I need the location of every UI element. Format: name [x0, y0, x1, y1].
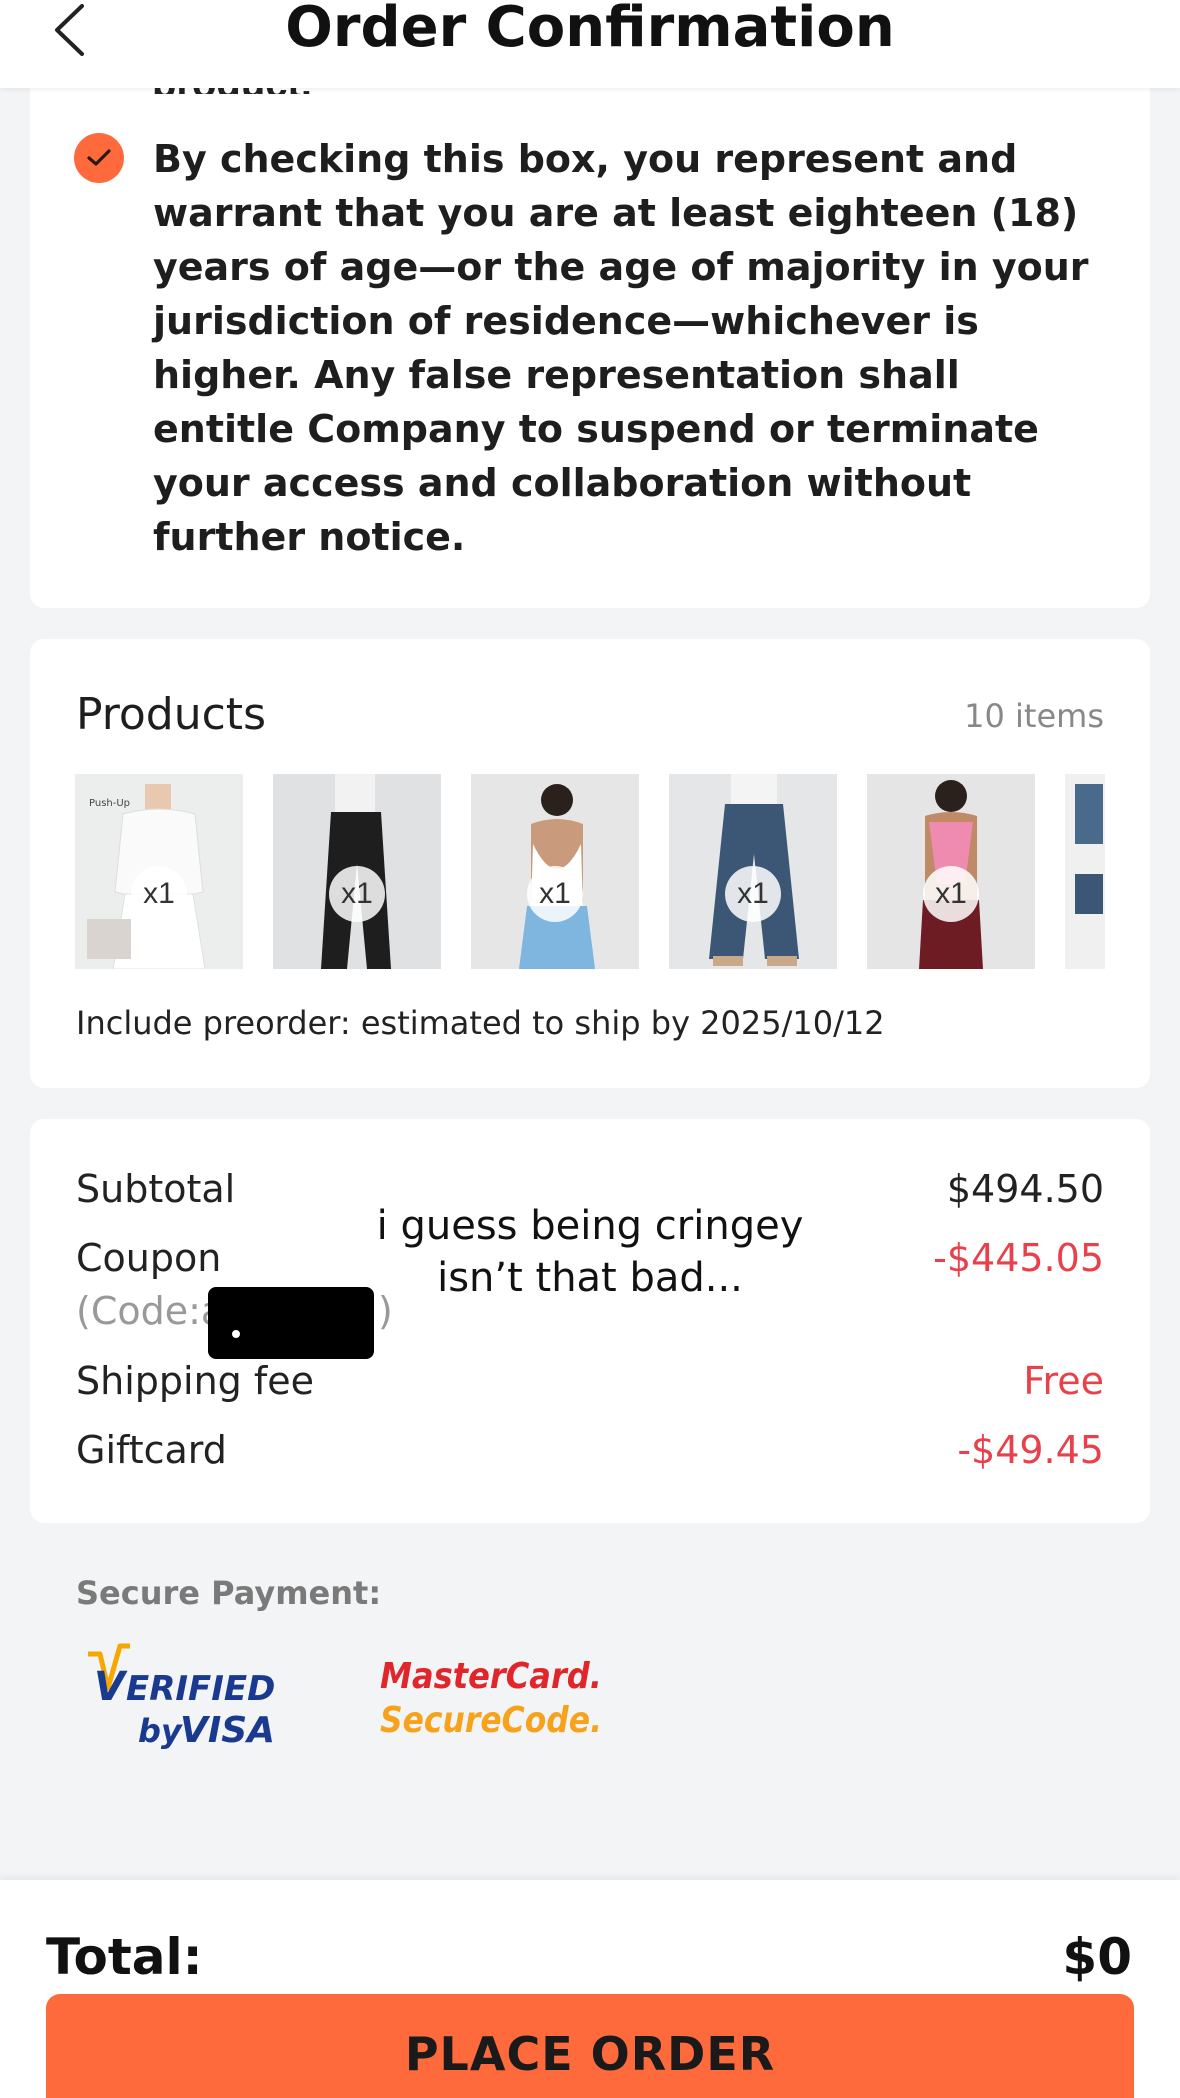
giftcard-label: Giftcard [76, 1428, 227, 1472]
shipping-value: Free [1023, 1359, 1104, 1403]
coupon-label: Coupon [76, 1236, 222, 1280]
product-thumbnail[interactable]: x1 [471, 774, 639, 969]
products-count: 10 items [964, 697, 1104, 735]
page-title: Order Confirmation [285, 0, 895, 60]
products-card[interactable]: Products 10 items Push-Up x1 x1 x1 x1 x1… [30, 639, 1150, 1088]
coupon-code: (Code:a [76, 1289, 225, 1333]
quantity-badge: x1 [725, 866, 781, 922]
preorder-note: Include preorder: estimated to ship by 2… [76, 1004, 885, 1042]
product-tag-text: Push-Up [89, 798, 130, 809]
svg-text:SecureCode.: SecureCode. [380, 1700, 602, 1738]
subtotal-value: $494.50 [946, 1167, 1104, 1211]
age-terms-text: By checking this box, you represent and … [153, 137, 1089, 559]
verified-by-visa-logo: V ERIFIED by VISA [86, 1640, 276, 1751]
subtotal-label: Subtotal [76, 1167, 236, 1211]
top-bar: Order Confirmation [0, 0, 1180, 88]
checkout-bar: Total: $0 PLACE ORDER [0, 1880, 1180, 2098]
quantity-badge: x1 [923, 866, 979, 922]
product-thumbnail[interactable]: x1 [273, 774, 441, 969]
product-thumbnails[interactable]: Push-Up x1 x1 x1 x1 x1 [75, 774, 1105, 969]
svg-text:by: by [138, 1712, 183, 1750]
svg-text:VISA: VISA [180, 1710, 275, 1750]
quantity-badge: x1 [527, 866, 583, 922]
svg-text:MasterCard.: MasterCard. [380, 1656, 602, 1697]
products-title: Products [76, 689, 266, 740]
product-thumbnail-partial[interactable] [1065, 774, 1105, 969]
product-thumbnail[interactable]: x1 [669, 774, 837, 969]
terms-card: By checking this box, you represent and … [30, 60, 1150, 608]
giftcard-value: -$49.45 [957, 1428, 1104, 1472]
total-value: $0 [1062, 1928, 1132, 1986]
order-summary-card: Subtotal $494.50 Coupon -$445.05 (Code:a… [30, 1119, 1150, 1523]
checkbox-checked-icon[interactable] [74, 133, 124, 183]
quantity-badge: x1 [131, 866, 187, 922]
shipping-label: Shipping fee [76, 1359, 314, 1403]
coupon-value: -$445.05 [933, 1236, 1104, 1280]
svg-text:V: V [94, 1664, 128, 1710]
secure-payment-label: Secure Payment: [76, 1574, 382, 1612]
product-thumbnail[interactable]: x1 [867, 774, 1035, 969]
mastercard-securecode-logo: MasterCard. SecureCode. [378, 1648, 618, 1741]
overlay-caption: i guess being cringey isn’t that bad... [376, 1203, 804, 1301]
place-order-button[interactable]: PLACE ORDER [46, 1994, 1134, 2098]
quantity-badge: x1 [329, 866, 385, 922]
svg-text:ERIFIED: ERIFIED [126, 1669, 275, 1709]
product-thumbnail[interactable]: Push-Up x1 [75, 774, 243, 969]
total-label: Total: [46, 1928, 203, 1986]
